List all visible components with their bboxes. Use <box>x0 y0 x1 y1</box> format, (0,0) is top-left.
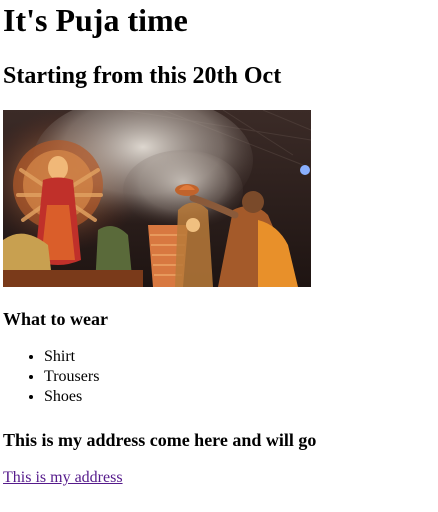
page-subtitle: Starting from this 20th Oct <box>3 63 282 89</box>
address-heading: This is my address come here and will go <box>3 430 317 450</box>
list-item: Shoes <box>44 387 99 407</box>
wear-list: Shirt Trousers Shoes <box>3 347 99 407</box>
puja-photo <box>3 110 311 287</box>
address-link[interactable]: This is my address <box>3 468 123 488</box>
page-title: It's Puja time <box>3 2 188 38</box>
list-item: Shirt <box>44 347 99 367</box>
wear-heading: What to wear <box>3 309 108 329</box>
list-item: Trousers <box>44 367 99 387</box>
